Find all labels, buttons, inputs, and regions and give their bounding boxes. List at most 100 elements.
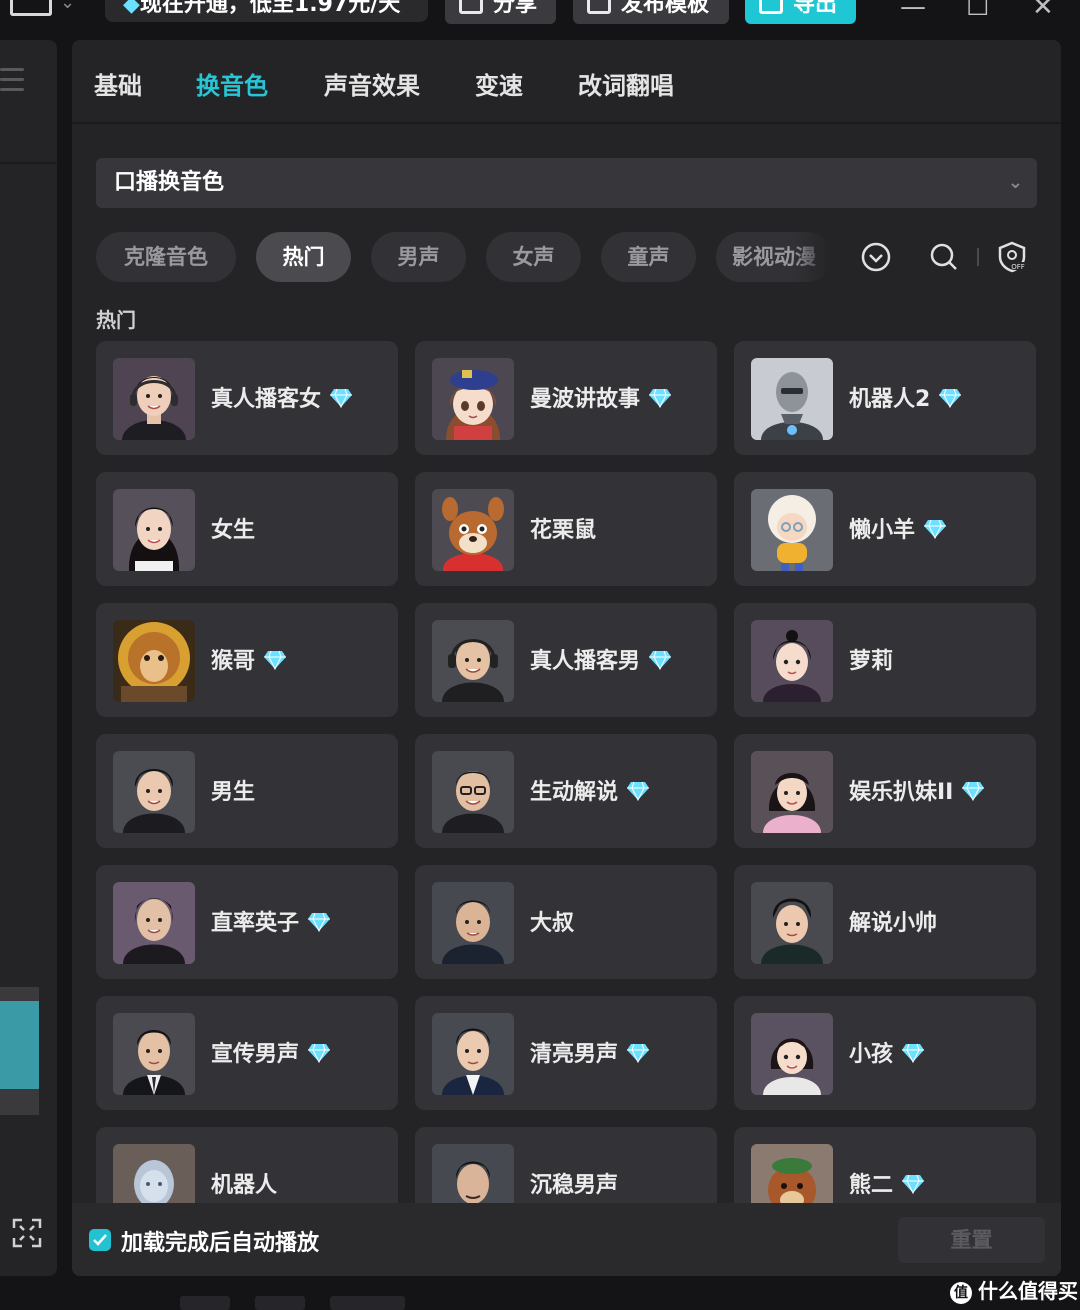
- voice-avatar: [113, 620, 195, 702]
- voice-name: 男生: [211, 774, 255, 806]
- voice-card[interactable]: 大叔: [415, 865, 717, 979]
- chip-male[interactable]: 男声: [371, 232, 466, 282]
- protection-off-icon[interactable]: OFF: [995, 240, 1029, 274]
- voice-name: 小孩: [849, 1036, 925, 1068]
- voice-mode-value: 口播换音色: [114, 170, 225, 195]
- top-bar: ⌄ ◆现在开通，低至1.97元/天 分享 发布模板 导出 — ☐ ✕: [0, 0, 1080, 32]
- voice-card[interactable]: 懒小羊: [734, 472, 1036, 586]
- maximize-icon[interactable]: ☐: [966, 0, 989, 22]
- auto-play-label[interactable]: 加载完成后自动播放: [121, 1225, 319, 1257]
- vip-diamond-icon: [627, 781, 650, 801]
- vip-diamond-icon: [962, 781, 985, 801]
- voice-name: 沉稳男声: [530, 1167, 618, 1199]
- bottom-toolbar: [0, 1288, 1080, 1310]
- voice-card[interactable]: 小孩: [734, 996, 1036, 1110]
- voice-card[interactable]: 男生: [96, 734, 398, 848]
- svg-text:OFF: OFF: [1011, 263, 1025, 271]
- toolbar-item[interactable]: [255, 1296, 305, 1310]
- reset-button[interactable]: 重置: [898, 1217, 1045, 1263]
- chip-hot[interactable]: 热门: [256, 232, 351, 282]
- voice-name-text: 曼波讲故事: [530, 387, 641, 412]
- chevron-down-icon[interactable]: ⌄: [60, 0, 75, 13]
- toolbar-item[interactable]: [180, 1296, 230, 1310]
- checkmark-icon: [93, 1234, 107, 1246]
- voice-card[interactable]: 萝莉: [734, 603, 1036, 717]
- vip-diamond-icon: [902, 1174, 925, 1194]
- voice-card[interactable]: 花栗鼠: [415, 472, 717, 586]
- voice-name-text: 萝莉: [849, 649, 894, 674]
- voice-avatar: [432, 620, 514, 702]
- voice-card[interactable]: 机器人: [96, 1127, 398, 1203]
- minimize-icon[interactable]: —: [900, 0, 926, 22]
- tab-speed[interactable]: 变速: [475, 66, 523, 101]
- voice-name-text: 花栗鼠: [530, 518, 597, 543]
- voice-avatar: [751, 620, 833, 702]
- voice-avatar: [113, 1144, 195, 1203]
- share-button[interactable]: 分享: [445, 0, 556, 24]
- voice-name: 机器人: [211, 1167, 277, 1199]
- toolbar-item[interactable]: [330, 1296, 405, 1310]
- voice-name: 大叔: [530, 905, 574, 937]
- voice-name-text: 机器人2: [849, 387, 931, 412]
- voice-name-text: 清亮男声: [530, 1042, 619, 1067]
- export-button[interactable]: 导出: [745, 0, 856, 24]
- voice-name-text: 生动解说: [530, 780, 619, 805]
- voice-card[interactable]: 直率英子: [96, 865, 398, 979]
- voice-card[interactable]: 曼波讲故事: [415, 341, 717, 455]
- chip-clone-voice[interactable]: 克隆音色: [96, 232, 236, 282]
- voice-name-text: 大叔: [530, 911, 575, 936]
- voice-card[interactable]: 机器人2: [734, 341, 1036, 455]
- voice-card[interactable]: 猴哥: [96, 603, 398, 717]
- vip-diamond-icon: [649, 388, 672, 408]
- expand-categories-icon[interactable]: [859, 240, 893, 274]
- tab-basic[interactable]: 基础: [94, 66, 142, 101]
- voice-card[interactable]: 沉稳男声: [415, 1127, 717, 1203]
- voice-avatar: [432, 1013, 514, 1095]
- voice-name: 生动解说: [530, 774, 650, 806]
- timeline-clip[interactable]: [0, 987, 39, 1115]
- app-menu-icon[interactable]: [10, 0, 52, 16]
- auto-play-checkbox[interactable]: [89, 1229, 111, 1251]
- voice-card[interactable]: 娱乐扒妹II: [734, 734, 1036, 848]
- voice-card[interactable]: 真人播客男: [415, 603, 717, 717]
- fullscreen-icon[interactable]: [12, 1218, 42, 1248]
- list-menu-icon[interactable]: [0, 68, 24, 98]
- voice-avatar: [751, 882, 833, 964]
- search-icon[interactable]: [927, 240, 961, 274]
- voice-card[interactable]: 解说小帅: [734, 865, 1036, 979]
- tab-voice-change[interactable]: 换音色: [196, 66, 268, 101]
- voice-avatar: [432, 882, 514, 964]
- vip-diamond-icon: [649, 650, 672, 670]
- voice-name-text: 机器人: [211, 1173, 278, 1198]
- publish-template-button[interactable]: 发布模板: [573, 0, 729, 24]
- voice-avatar: [751, 358, 833, 440]
- chip-scroll-fade: [792, 232, 832, 282]
- voice-name-text: 男生: [211, 780, 256, 805]
- voice-name-text: 猴哥: [211, 649, 256, 674]
- voice-card[interactable]: 真人播客女: [96, 341, 398, 455]
- close-icon[interactable]: ✕: [1032, 0, 1054, 22]
- voice-mode-select[interactable]: 口播换音色 ⌄: [96, 158, 1037, 208]
- voice-card[interactable]: 女生: [96, 472, 398, 586]
- voice-name-text: 真人播客男: [530, 649, 641, 674]
- voice-card[interactable]: 宣传男声: [96, 996, 398, 1110]
- chip-child[interactable]: 童声: [601, 232, 696, 282]
- voice-card[interactable]: 生动解说: [415, 734, 717, 848]
- voice-name: 娱乐扒妹II: [849, 774, 985, 806]
- vip-diamond-icon: [264, 650, 287, 670]
- tab-lyrics-cover[interactable]: 改词翻唱: [578, 66, 674, 101]
- voice-card[interactable]: 熊二: [734, 1127, 1036, 1203]
- voice-name: 直率英子: [211, 905, 331, 937]
- template-icon: [587, 0, 611, 14]
- publish-template-label: 发布模板: [621, 0, 710, 17]
- chip-female[interactable]: 女声: [486, 232, 581, 282]
- voice-card[interactable]: 清亮男声: [415, 996, 717, 1110]
- voice-avatar: [432, 489, 514, 571]
- voice-name: 清亮男声: [530, 1036, 650, 1068]
- voice-name-text: 沉稳男声: [530, 1173, 619, 1198]
- tab-sound-effects[interactable]: 声音效果: [324, 66, 420, 101]
- clip-waveform: [0, 1001, 39, 1089]
- divider: [0, 162, 57, 164]
- vip-promo-banner[interactable]: ◆现在开通，低至1.97元/天: [105, 0, 428, 22]
- voice-name: 懒小羊: [849, 512, 947, 544]
